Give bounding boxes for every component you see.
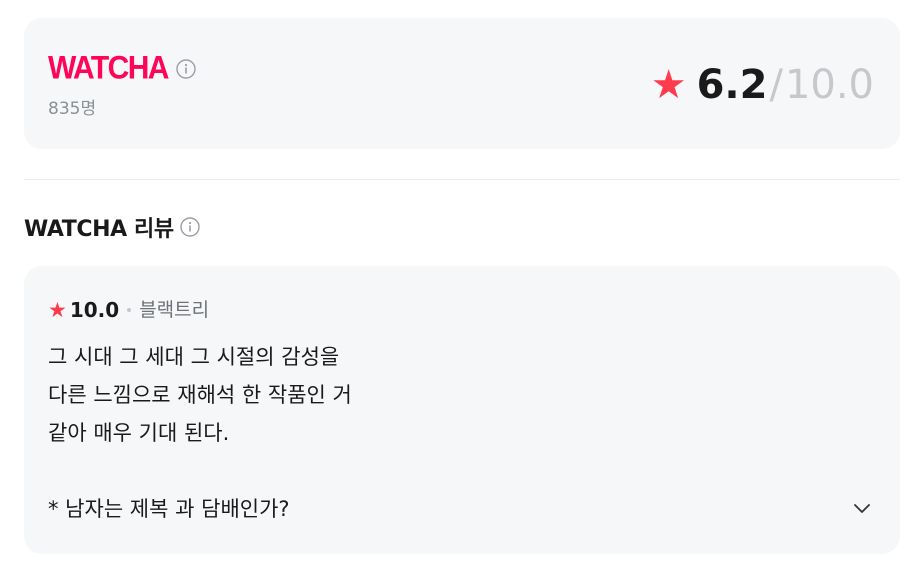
score-max: 10.0 xyxy=(784,62,874,108)
review-score: 10.0 xyxy=(69,298,120,322)
watcha-logo: WATCHA xyxy=(48,50,169,87)
average-score: ★ 6.2 / 10.0 xyxy=(651,62,874,108)
reviews-section-header: WATCHA 리뷰 xyxy=(24,211,200,243)
score-separator: / xyxy=(769,62,783,108)
info-icon[interactable] xyxy=(180,217,200,237)
star-icon: ★ xyxy=(650,62,687,108)
info-icon[interactable] xyxy=(176,59,196,79)
score-value: 6.2 xyxy=(696,62,768,108)
rating-count: 835명 xyxy=(48,99,97,119)
rating-summary-card: WATCHA 835명 ★ 6.2 / 10.0 xyxy=(24,18,900,149)
divider xyxy=(24,179,900,180)
brand-row: WATCHA xyxy=(48,50,196,87)
review-meta: ★ 10.0 블랙트리 xyxy=(48,298,209,322)
chevron-down-icon xyxy=(854,504,870,513)
review-author: 블랙트리 xyxy=(139,299,210,321)
separator-dot xyxy=(127,308,132,312)
review-card: ★ 10.0 블랙트리 그 시대 그 세대 그 시절의 감성을 다른 느낌으로 … xyxy=(24,266,900,554)
section-title: WATCHA 리뷰 xyxy=(24,217,174,242)
expand-review-button[interactable] xyxy=(848,494,876,522)
star-icon: ★ xyxy=(48,298,67,322)
review-text: 그 시대 그 세대 그 시절의 감성을 다른 느낌으로 재해석 한 작품인 거 … xyxy=(48,345,352,521)
